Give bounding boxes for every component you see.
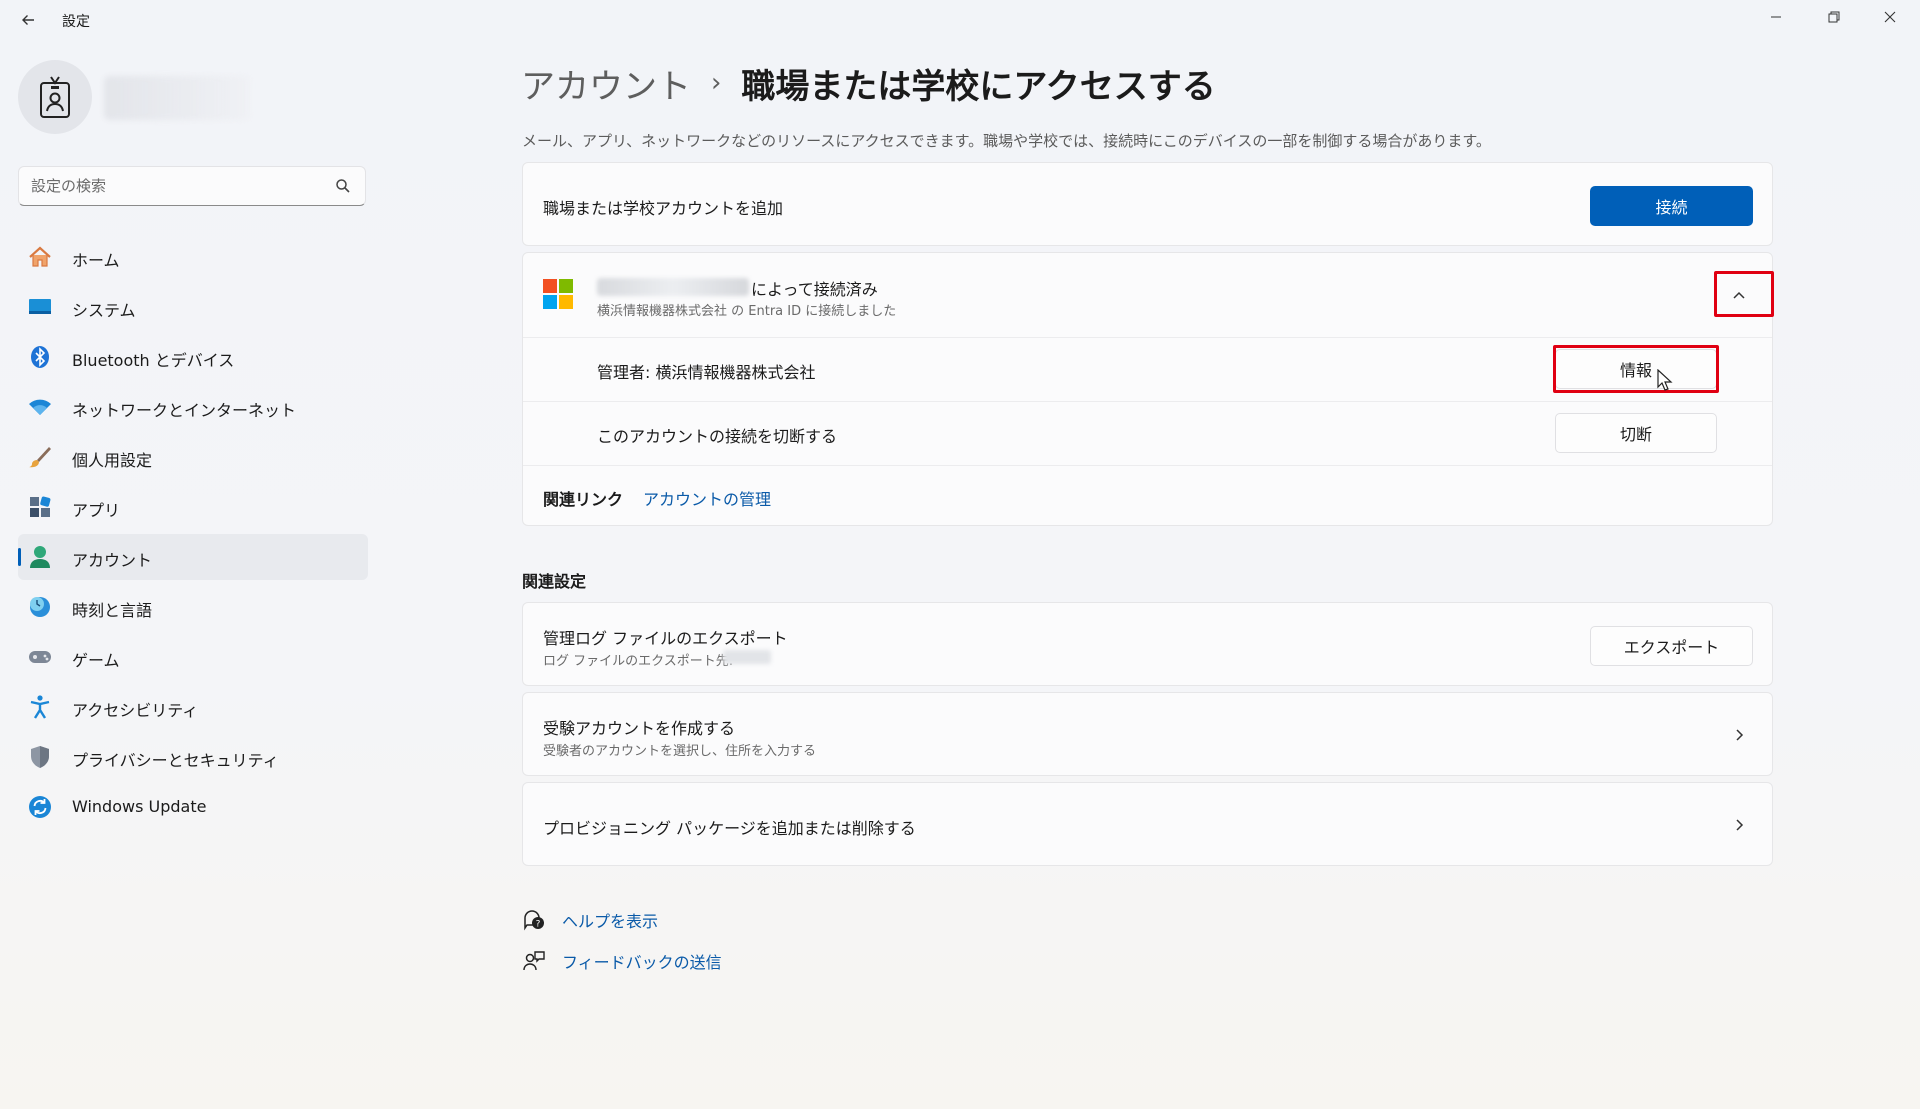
exam-account-card[interactable]: 受験アカウントを作成する 受験者のアカウントを選択し、住所を入力する: [522, 692, 1773, 776]
wifi-icon: [28, 395, 52, 419]
exam-account-label: 受験アカウントを作成する: [543, 719, 736, 738]
chevron-up-icon[interactable]: [1730, 286, 1748, 304]
sidebar-item-gaming[interactable]: ゲーム: [18, 634, 368, 680]
sidebar-item-time-language[interactable]: 時刻と言語: [18, 584, 368, 630]
sidebar-item-bluetooth[interactable]: Bluetooth とデバイス: [18, 334, 368, 380]
sidebar-item-label: Windows Update: [72, 797, 207, 816]
export-button[interactable]: エクスポート: [1590, 626, 1753, 666]
sidebar-item-label: 個人用設定: [72, 451, 153, 470]
sidebar-item-privacy[interactable]: プライバシーとセキュリティ: [18, 734, 368, 780]
id-badge-icon: [40, 76, 70, 118]
sidebar-item-accessibility[interactable]: アクセシビリティ: [18, 684, 368, 730]
divider: [523, 337, 1772, 338]
sidebar-nav: ホーム システム Bluetooth とデバイス ネットワークとインターネット …: [18, 234, 368, 834]
search-input[interactable]: [31, 175, 331, 197]
sidebar-item-label: ゲーム: [72, 651, 120, 670]
disconnect-label: このアカウントの接続を切断する: [597, 427, 838, 446]
apps-icon: [28, 495, 52, 519]
add-account-label: 職場または学校アカウントを追加: [543, 199, 784, 218]
sidebar-item-apps[interactable]: アプリ: [18, 484, 368, 530]
accessibility-icon: [28, 695, 52, 719]
add-account-card: 職場または学校アカウントを追加 接続: [522, 162, 1773, 246]
divider: [523, 465, 1772, 466]
sidebar-item-system[interactable]: システム: [18, 284, 368, 330]
export-logs-label: 管理ログ ファイルのエクスポート: [543, 629, 788, 648]
sidebar-item-personalization[interactable]: 個人用設定: [18, 434, 368, 480]
export-logs-card: 管理ログ ファイルのエクスポート ログ ファイルのエクスポート先: エクスポート: [522, 602, 1773, 686]
breadcrumb-separator: ›: [711, 68, 722, 98]
bluetooth-icon: [28, 345, 52, 369]
settings-window: 設定 ホーム: [0, 0, 1920, 1109]
sidebar-item-home[interactable]: ホーム: [18, 234, 368, 280]
globe-clock-icon: [28, 595, 52, 619]
system-icon: [28, 295, 52, 319]
gamepad-icon: [28, 645, 52, 669]
minimize-icon[interactable]: [1752, 0, 1800, 34]
manage-account-link[interactable]: アカウントの管理: [643, 486, 771, 510]
page-title: 職場または学校にアクセスする: [741, 66, 1216, 107]
title-bar: 設定: [0, 0, 1920, 40]
breadcrumb: アカウント › 職場または学校にアクセスする: [521, 58, 1216, 108]
connected-account-subtitle: 横浜情報機器株式会社 の Entra ID に接続しました: [597, 304, 897, 319]
sidebar-item-windows-update[interactable]: Windows Update: [18, 784, 368, 830]
brush-icon: [28, 445, 52, 469]
mouse-cursor-icon: [1657, 368, 1673, 391]
window-title: 設定: [62, 14, 90, 30]
provisioning-card[interactable]: プロビジョニング パッケージを追加または削除する: [522, 782, 1773, 866]
active-indicator: [18, 548, 21, 566]
windows-update-icon: [28, 795, 52, 819]
sidebar-item-network[interactable]: ネットワークとインターネット: [18, 384, 368, 430]
sidebar-item-label: ネットワークとインターネット: [72, 401, 297, 420]
connected-account-card: によって接続済み 横浜情報機器株式会社 の Entra ID に接続しました 管…: [522, 252, 1774, 526]
sidebar-item-label: アプリ: [72, 501, 121, 520]
help-link-label[interactable]: ヘルプを表示: [562, 908, 658, 932]
home-icon: [28, 245, 52, 269]
feedback-link-label[interactable]: フィードバックの送信: [562, 949, 722, 973]
avatar[interactable]: [18, 60, 92, 134]
help-link[interactable]: ? ヘルプを表示: [522, 908, 658, 932]
connected-account-title: によって接続済み: [751, 280, 878, 299]
connect-button[interactable]: 接続: [1590, 186, 1753, 226]
chevron-right-icon: [1730, 816, 1748, 834]
feedback-link[interactable]: フィードバックの送信: [522, 949, 722, 973]
divider: [523, 401, 1772, 402]
admin-label: 管理者: 横浜情報機器株式会社: [597, 363, 816, 382]
account-email-redacted: [597, 278, 749, 296]
sidebar-item-label: ホーム: [72, 251, 120, 270]
breadcrumb-parent[interactable]: アカウント: [521, 59, 691, 108]
restore-icon[interactable]: [1810, 0, 1858, 34]
export-path-redacted: [723, 650, 771, 664]
provisioning-label: プロビジョニング パッケージを追加または削除する: [543, 819, 916, 838]
sidebar-item-label: アクセシビリティ: [72, 701, 199, 720]
shield-icon: [28, 745, 52, 769]
sidebar-item-label: プライバシーとセキュリティ: [72, 751, 279, 770]
feedback-icon: [522, 949, 546, 973]
search-icon[interactable]: [335, 178, 353, 196]
disconnect-button[interactable]: 切断: [1555, 413, 1717, 453]
sidebar-item-label: 時刻と言語: [72, 601, 153, 620]
page-description: メール、アプリ、ネットワークなどのリソースにアクセスできます。職場や学校では、接…: [522, 132, 1491, 150]
exam-account-sub: 受験者のアカウントを選択し、住所を入力する: [543, 744, 817, 759]
sidebar-item-label: システム: [72, 301, 136, 320]
sidebar-item-accounts[interactable]: アカウント: [18, 534, 368, 580]
close-icon[interactable]: [1866, 0, 1914, 34]
settings-search[interactable]: [18, 166, 366, 206]
sidebar-item-label: アカウント: [72, 551, 153, 570]
chevron-right-icon: [1730, 726, 1748, 744]
help-icon: ?: [522, 908, 546, 932]
info-button[interactable]: 情報: [1555, 349, 1717, 389]
account-icon: [28, 545, 52, 569]
microsoft-logo-icon: [543, 279, 573, 309]
back-arrow-icon[interactable]: [16, 8, 40, 32]
user-name-redacted: [104, 76, 250, 120]
sidebar-item-label: Bluetooth とデバイス: [72, 351, 235, 370]
related-links-label: 関連リンク: [543, 490, 624, 509]
svg-text:?: ?: [536, 920, 541, 930]
related-settings-title: 関連設定: [522, 572, 587, 591]
export-logs-sub: ログ ファイルのエクスポート先:: [543, 654, 734, 669]
